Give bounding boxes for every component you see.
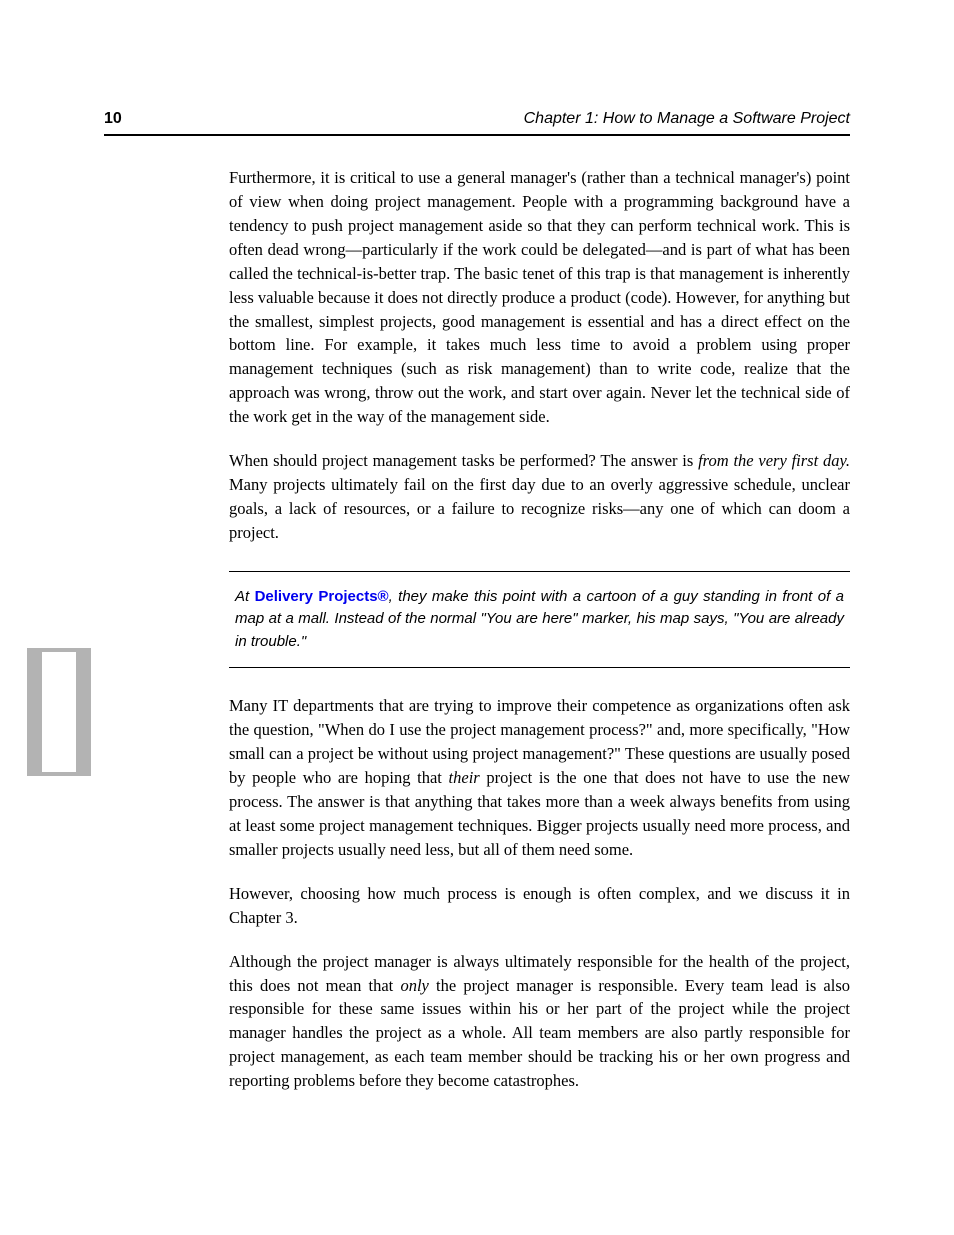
page-content: Furthermore, it is critical to use a gen…	[229, 166, 850, 1093]
paragraph-1: Furthermore, it is critical to use a gen…	[229, 166, 850, 429]
p3-i: their	[449, 768, 487, 787]
page-number: 10	[104, 110, 122, 128]
paragraph-4: However, choosing how much process is en…	[229, 882, 850, 930]
p2-rest: Many projects ultimately fail on the fir…	[229, 475, 850, 542]
callout-intro: At	[235, 588, 255, 605]
callout-block: At Delivery Projects®, they make this po…	[229, 571, 850, 669]
callout-youarehere: You are here	[486, 610, 572, 627]
p2-italic: from the very first day.	[698, 451, 850, 470]
chapter-tab-number: 1	[43, 684, 74, 740]
chapter-title: Chapter 1: How to Manage a Software Proj…	[524, 110, 850, 128]
chapter-tab-marker: 1	[27, 648, 91, 776]
paragraph-5: Although the project manager is always u…	[229, 950, 850, 1094]
p2-lead: When should project management tasks be …	[229, 451, 698, 470]
chapter-tab-marker-inner: 1	[42, 652, 76, 772]
delivery-projects-label: Delivery Projects®	[255, 588, 389, 605]
page: 10 Chapter 1: How to Manage a Software P…	[0, 0, 954, 1235]
delivery-projects-link[interactable]: Delivery Projects®	[255, 588, 389, 605]
paragraph-2: When should project management tasks be …	[229, 449, 850, 545]
paragraph-3: Many IT departments that are trying to i…	[229, 694, 850, 861]
p5-i: only	[400, 976, 436, 995]
page-header: 10 Chapter 1: How to Manage a Software P…	[104, 110, 850, 136]
